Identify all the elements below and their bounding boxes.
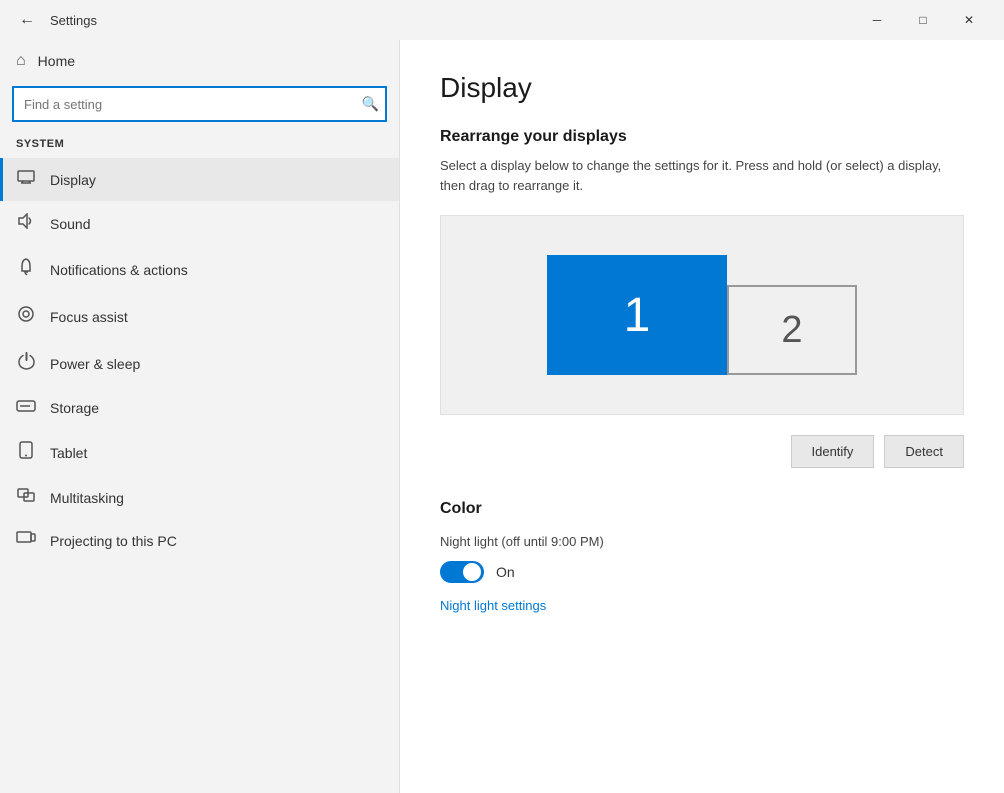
- sidebar-item-label: Projecting to this PC: [50, 533, 177, 549]
- notifications-icon: [16, 258, 36, 281]
- sidebar-item-home[interactable]: Home: [0, 40, 399, 82]
- sidebar-item-label: Multitasking: [50, 490, 124, 506]
- night-light-toggle-row: On: [440, 561, 964, 583]
- sidebar-item-notifications[interactable]: Notifications & actions: [0, 246, 399, 293]
- monitor-2-label: 2: [781, 309, 802, 352]
- app-title: Settings: [50, 13, 97, 28]
- sidebar-item-label: Tablet: [50, 445, 87, 461]
- rearrange-heading: Rearrange your displays: [440, 128, 964, 146]
- toggle-thumb: [463, 563, 481, 581]
- minimize-button[interactable]: ─: [854, 0, 900, 40]
- search-icon: 🔍: [362, 96, 379, 112]
- projecting-icon: [16, 531, 36, 550]
- sound-icon: [16, 213, 36, 234]
- sidebar-item-label: Sound: [50, 216, 90, 232]
- night-light-toggle[interactable]: [440, 561, 484, 583]
- page-title: Display: [440, 72, 964, 104]
- sidebar-item-display[interactable]: Display: [0, 158, 399, 201]
- search-box: 🔍: [12, 86, 387, 122]
- sidebar-item-label: Storage: [50, 400, 99, 416]
- rearrange-desc: Select a display below to change the set…: [440, 156, 964, 195]
- sidebar-section-title: System: [0, 134, 399, 158]
- maximize-button[interactable]: □: [900, 0, 946, 40]
- detect-button[interactable]: Detect: [884, 435, 964, 468]
- display-actions: Identify Detect: [440, 435, 964, 468]
- sidebar-item-label: Notifications & actions: [50, 262, 188, 278]
- back-button[interactable]: ←: [12, 5, 42, 35]
- main-container: Home 🔍 System Display Sound Notifica: [0, 40, 1004, 793]
- search-button[interactable]: 🔍: [358, 92, 383, 117]
- sidebar-item-sound[interactable]: Sound: [0, 201, 399, 246]
- display-icon: [16, 170, 36, 189]
- content-area: Display Rearrange your displays Select a…: [400, 40, 1004, 793]
- night-light-settings-link[interactable]: Night light settings: [440, 598, 546, 613]
- color-heading: Color: [440, 500, 964, 518]
- back-icon: ←: [19, 11, 35, 29]
- monitor-1-label: 1: [624, 288, 651, 343]
- tablet-icon: [16, 441, 36, 464]
- monitor-1[interactable]: 1: [547, 255, 727, 375]
- power-icon: [16, 352, 36, 375]
- minimize-icon: ─: [873, 13, 882, 27]
- sidebar-item-label: Focus assist: [50, 309, 128, 325]
- sidebar-item-focus[interactable]: Focus assist: [0, 293, 399, 340]
- sidebar-item-projecting[interactable]: Projecting to this PC: [0, 519, 399, 562]
- monitors-container: 1 2: [547, 255, 857, 375]
- close-button[interactable]: ✕: [946, 0, 992, 40]
- titlebar: ← Settings ─ □ ✕: [0, 0, 1004, 40]
- sidebar: Home 🔍 System Display Sound Notifica: [0, 40, 400, 793]
- home-label: Home: [38, 53, 75, 69]
- storage-icon: [16, 399, 36, 417]
- sidebar-item-label: Power & sleep: [50, 356, 140, 372]
- monitor-2[interactable]: 2: [727, 285, 857, 375]
- search-input[interactable]: [12, 86, 387, 122]
- sidebar-item-tablet[interactable]: Tablet: [0, 429, 399, 476]
- home-icon: [16, 52, 26, 70]
- focus-icon: [16, 305, 36, 328]
- display-preview: 1 2: [440, 215, 964, 415]
- sidebar-item-label: Display: [50, 172, 96, 188]
- close-icon: ✕: [964, 13, 974, 27]
- multitasking-icon: [16, 488, 36, 507]
- toggle-label: On: [496, 564, 515, 580]
- identify-button[interactable]: Identify: [791, 435, 875, 468]
- sidebar-item-power[interactable]: Power & sleep: [0, 340, 399, 387]
- night-light-label: Night light (off until 9:00 PM): [440, 534, 964, 549]
- window-controls: ─ □ ✕: [854, 0, 992, 40]
- maximize-icon: □: [919, 13, 926, 27]
- sidebar-item-multitasking[interactable]: Multitasking: [0, 476, 399, 519]
- sidebar-item-storage[interactable]: Storage: [0, 387, 399, 429]
